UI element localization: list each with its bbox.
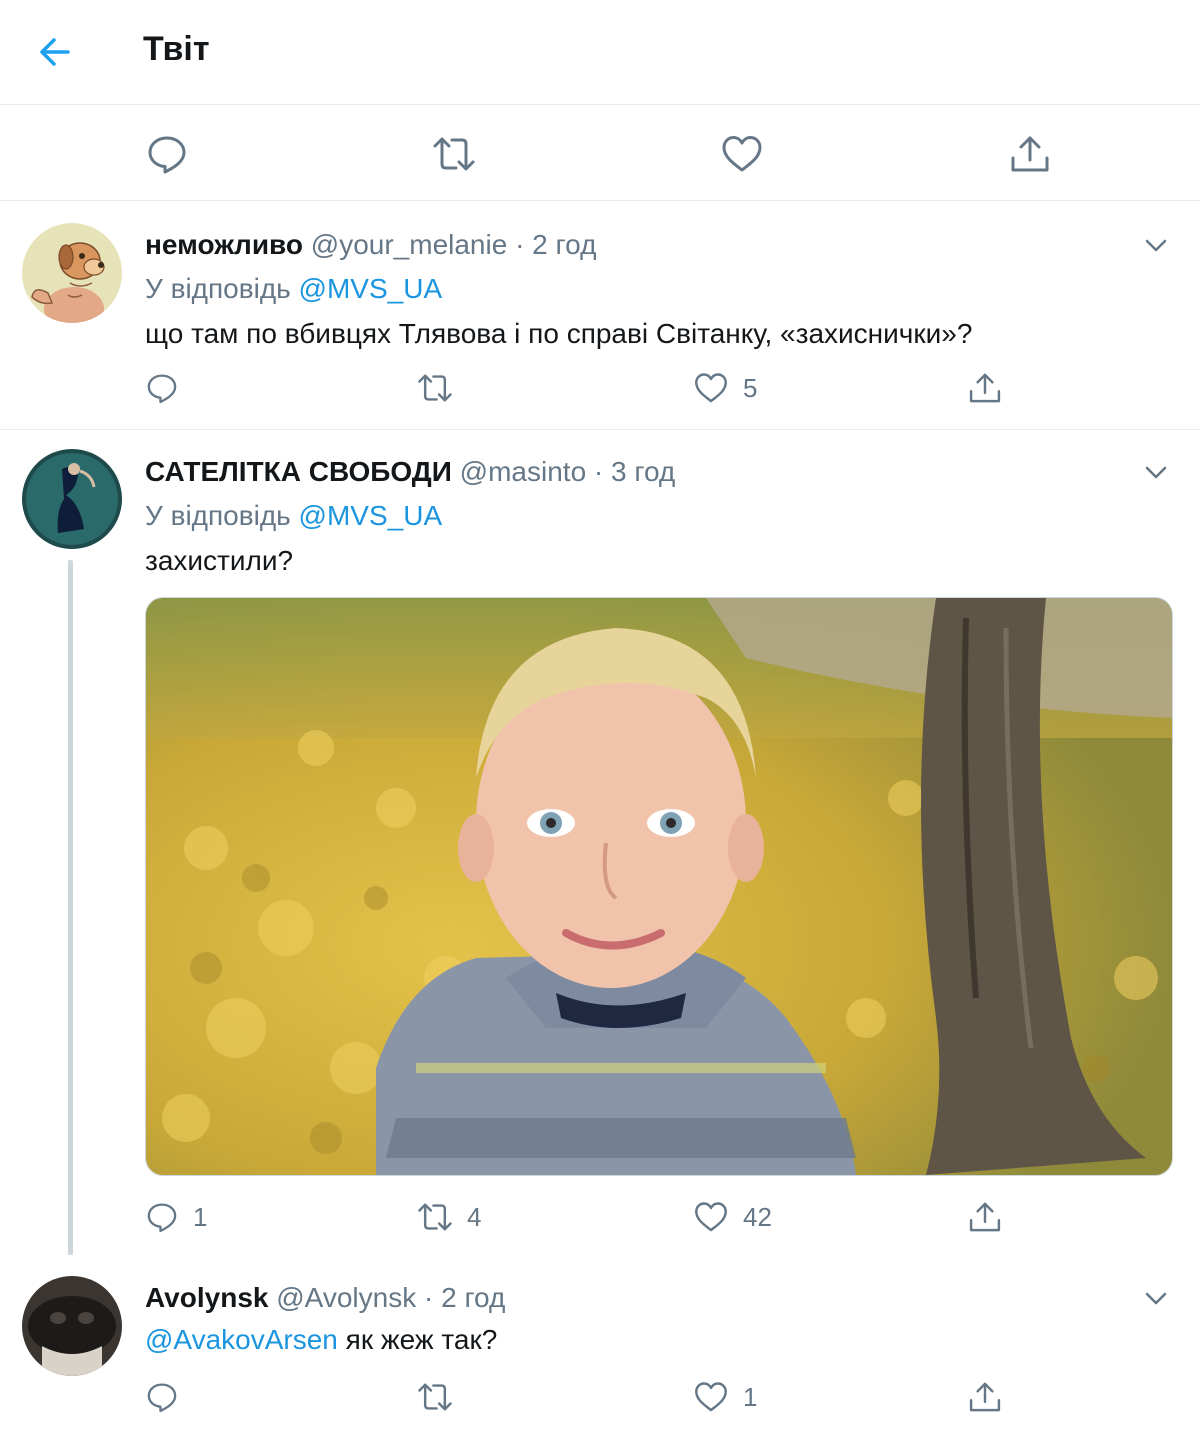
share-button[interactable]: [967, 1197, 1003, 1237]
display-name[interactable]: неможливо: [145, 229, 303, 260]
reply-button[interactable]: 1: [145, 1197, 207, 1237]
handle-and-time[interactable]: @masinto · 3 год: [452, 456, 676, 487]
share-icon: [967, 1379, 1003, 1415]
mention-link[interactable]: @AvakovArsen: [145, 1324, 338, 1355]
retweet-icon: [417, 1379, 453, 1415]
share-icon[interactable]: [1008, 132, 1052, 176]
retweet-button[interactable]: [417, 368, 453, 408]
tweet-header: неможливо @your_melanie · 2 год: [145, 229, 596, 261]
avatar[interactable]: [22, 449, 122, 549]
replying-to-label: У відповідь: [145, 500, 299, 531]
share-button[interactable]: [967, 1377, 1003, 1417]
tweet-text: захистили?: [145, 545, 294, 576]
like-icon: [693, 370, 729, 406]
tweet-actions: 1: [145, 1377, 1165, 1417]
reply-icon: [145, 371, 179, 405]
top-bar: Твіт: [0, 0, 1200, 105]
tweet-actions: 1 4 42: [145, 1197, 1165, 1237]
chevron-down-icon[interactable]: [1142, 1284, 1170, 1312]
tweet-header: Avolynsk @Avolynsk · 2 год: [145, 1282, 505, 1314]
reply-icon: [145, 1200, 179, 1234]
tweet-reply-3[interactable]: Avolynsk @Avolynsk · 2 год @AvakovArsen …: [0, 1262, 1200, 1434]
share-button[interactable]: [967, 368, 1003, 408]
display-name[interactable]: Avolynsk: [145, 1282, 268, 1313]
retweet-count: 4: [467, 1201, 482, 1232]
share-icon: [967, 370, 1003, 406]
retweet-button[interactable]: [417, 1377, 453, 1417]
reply-button[interactable]: [145, 1377, 179, 1417]
reply-icon[interactable]: [145, 132, 189, 176]
like-count: 42: [743, 1201, 772, 1232]
mention-link[interactable]: @MVS_UA: [299, 500, 443, 531]
tweet-text: що там по вбивцях Тлявова і по справі Св…: [145, 318, 973, 349]
avatar[interactable]: [22, 1276, 122, 1376]
display-name[interactable]: САТЕЛІТКА СВОБОДИ: [145, 456, 452, 487]
chevron-down-icon[interactable]: [1142, 231, 1170, 259]
reply-button[interactable]: [145, 368, 179, 408]
retweet-icon: [417, 370, 453, 406]
retweet-icon: [417, 1199, 453, 1235]
like-count: 5: [743, 372, 758, 403]
reply-count: 1: [193, 1201, 208, 1232]
replying-to: У відповідь @MVS_UA: [145, 500, 442, 532]
avatar[interactable]: [22, 223, 122, 323]
reply-icon: [145, 1380, 179, 1414]
tweet-text: @AvakovArsen як жеж так?: [145, 1324, 497, 1356]
main-tweet-actions: [0, 104, 1200, 201]
tweet-header: САТЕЛІТКА СВОБОДИ @masinto · 3 год: [145, 456, 675, 488]
like-icon[interactable]: [720, 132, 764, 176]
thread-line: [68, 560, 73, 1255]
share-icon: [967, 1199, 1003, 1235]
arrow-left-icon[interactable]: [34, 32, 74, 72]
page-title: Твіт: [143, 30, 210, 68]
tweet-text-body: як жеж так?: [337, 1324, 498, 1355]
like-icon: [693, 1199, 729, 1235]
retweet-button[interactable]: 4: [417, 1197, 481, 1237]
like-count: 1: [743, 1381, 758, 1412]
replying-to-label: У відповідь: [145, 273, 299, 304]
tweet-reply-1[interactable]: неможливо @your_melanie · 2 год У відпов…: [0, 201, 1200, 430]
tweet-photo[interactable]: [145, 597, 1173, 1176]
like-button[interactable]: 42: [693, 1197, 772, 1237]
handle-and-time[interactable]: @Avolynsk · 2 год: [268, 1282, 505, 1313]
retweet-icon[interactable]: [432, 132, 476, 176]
chevron-down-icon[interactable]: [1142, 458, 1170, 486]
mention-link[interactable]: @MVS_UA: [299, 273, 443, 304]
tweet-actions: 5: [145, 368, 1165, 408]
handle-and-time[interactable]: @your_melanie · 2 год: [303, 229, 597, 260]
like-button[interactable]: 5: [693, 368, 757, 408]
like-icon: [693, 1379, 729, 1415]
replying-to: У відповідь @MVS_UA: [145, 273, 442, 305]
like-button[interactable]: 1: [693, 1377, 757, 1417]
